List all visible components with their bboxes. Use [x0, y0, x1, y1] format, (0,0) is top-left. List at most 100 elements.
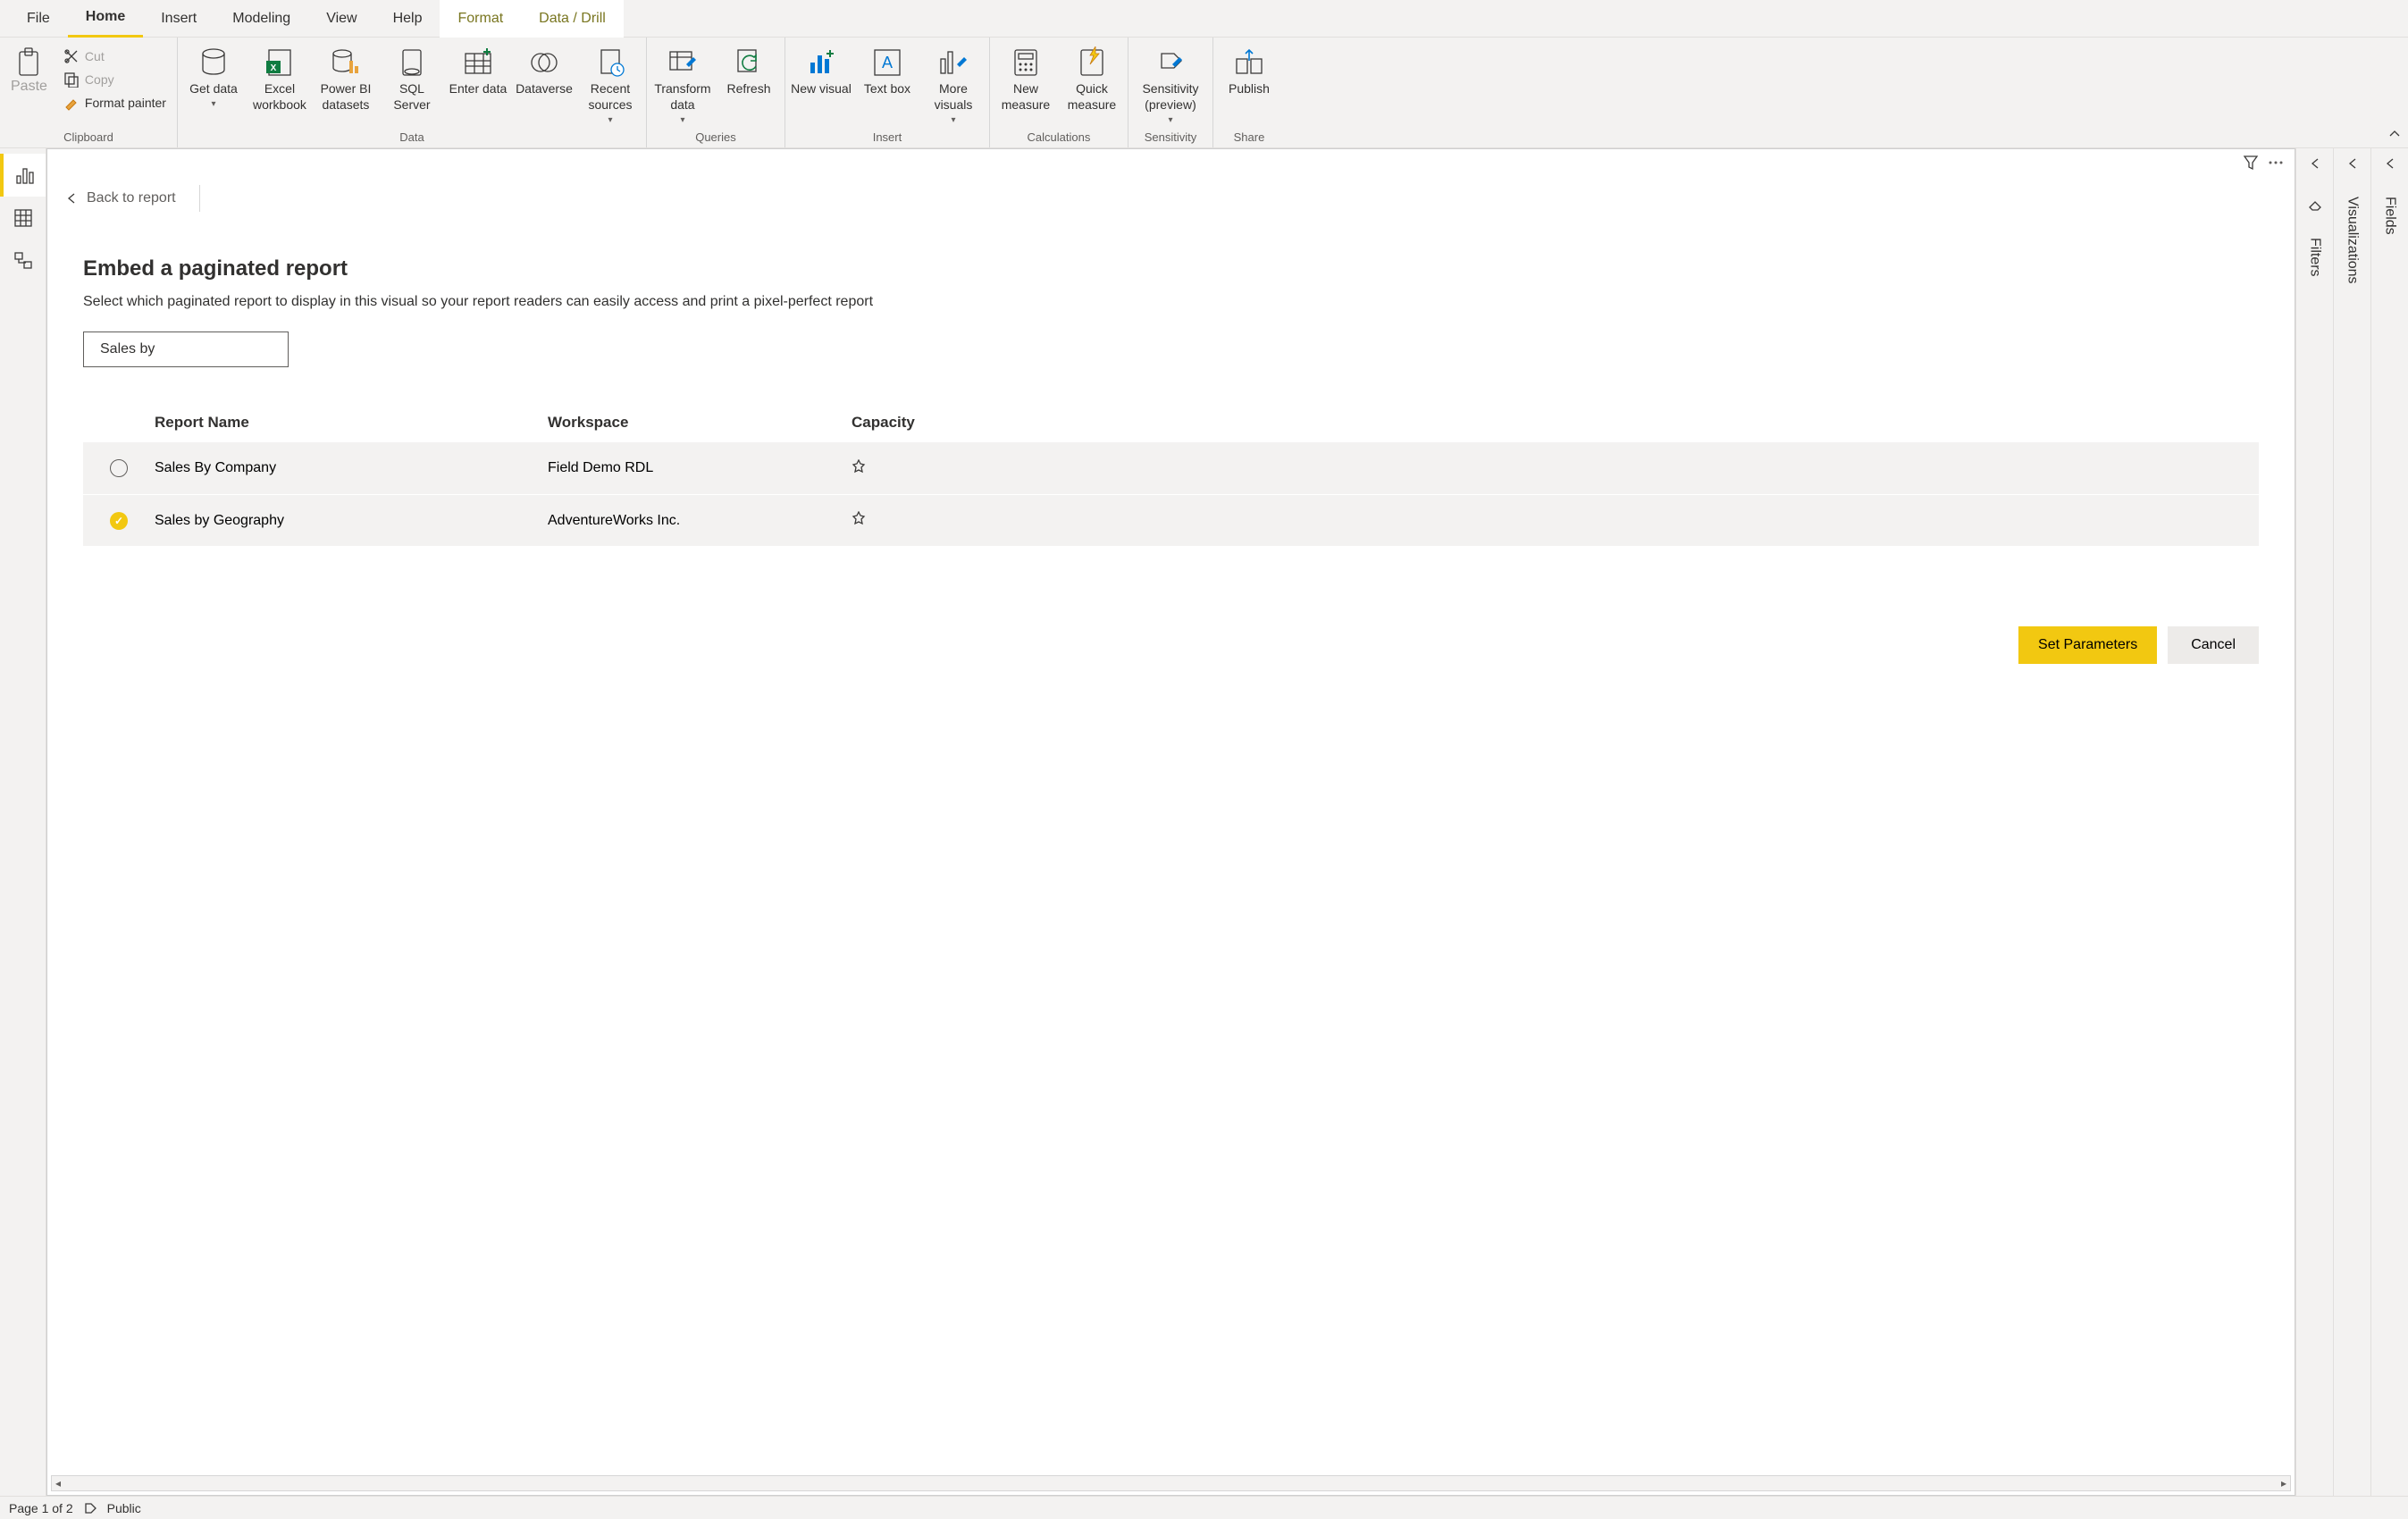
paste-button[interactable]: Paste [4, 43, 55, 98]
pbi-datasets-button[interactable]: Power BI datasets [314, 43, 378, 116]
menu-modeling[interactable]: Modeling [214, 0, 308, 38]
search-box[interactable] [83, 331, 289, 367]
table-plus-icon [462, 46, 494, 79]
fields-pane[interactable]: Fields [2370, 148, 2408, 1496]
menu-view[interactable]: View [308, 0, 374, 38]
radio-selected[interactable] [110, 512, 128, 530]
ribbon-group-share: Publish Share [1213, 38, 1285, 147]
filter-icon[interactable] [2243, 155, 2259, 171]
new-visual-label: New visual [791, 80, 852, 97]
publish-icon [1233, 46, 1265, 79]
refresh-icon [733, 46, 765, 79]
group-label-calculations: Calculations [994, 130, 1124, 147]
transform-data-button[interactable]: Transform data ▾ [650, 43, 715, 130]
menu-data-drill[interactable]: Data / Drill [521, 0, 624, 38]
table-row[interactable]: Sales by Geography AdventureWorks Inc. [83, 494, 2259, 546]
data-view-button[interactable] [0, 197, 46, 239]
ribbon-group-data: Get data ▾ X Excel workbook Power BI dat… [178, 38, 647, 147]
get-data-button[interactable]: Get data ▾ [181, 43, 246, 113]
canvas: Back to report Embed a paginated report … [46, 148, 2295, 1496]
copy-label: Copy [85, 72, 114, 87]
quick-measure-button[interactable]: Quick measure [1060, 43, 1124, 116]
menubar: File Home Insert Modeling View Help Form… [0, 0, 2408, 38]
scroll-left-icon[interactable]: ◂ [52, 1477, 64, 1490]
report-view-button[interactable] [0, 154, 46, 197]
chevron-down-icon: ▾ [608, 114, 612, 126]
svg-text:A: A [882, 54, 893, 71]
publish-button[interactable]: Publish [1217, 43, 1281, 100]
group-label-data: Data [181, 130, 642, 147]
menu-file[interactable]: File [9, 0, 68, 38]
chevron-left-icon[interactable] [2309, 157, 2321, 170]
ribbon-collapse-button[interactable] [2388, 127, 2401, 144]
copy-button[interactable]: Copy [60, 70, 170, 89]
header-name: Report Name [155, 414, 548, 432]
new-measure-button[interactable]: New measure [994, 43, 1058, 116]
sensitivity-status: Public [107, 1501, 141, 1515]
refresh-button[interactable]: Refresh [717, 43, 781, 100]
sql-button[interactable]: SQL Server [380, 43, 444, 116]
enter-data-button[interactable]: Enter data [446, 43, 510, 100]
quick-measure-label: Quick measure [1061, 80, 1122, 113]
chevron-left-icon[interactable] [2384, 157, 2396, 170]
recent-label: Recent sources [580, 80, 641, 113]
new-measure-label: New measure [995, 80, 1056, 113]
menu-help[interactable]: Help [375, 0, 440, 38]
menu-format[interactable]: Format [440, 0, 521, 38]
page-subtitle: Select which paginated report to display… [83, 294, 2259, 310]
scroll-right-icon[interactable]: ▸ [2278, 1477, 2290, 1490]
ribbon-group-clipboard: Paste Cut Copy Format painter Clipboard [0, 38, 178, 147]
paste-label: Paste [11, 79, 47, 95]
copy-icon [63, 71, 80, 88]
transform-label: Transform data [652, 80, 713, 113]
pbi-icon [330, 46, 362, 79]
excel-button[interactable]: X Excel workbook [248, 43, 312, 116]
chevron-left-icon[interactable] [2346, 157, 2359, 170]
recent-sources-button[interactable]: Recent sources ▾ [578, 43, 642, 130]
cell-workspace: AdventureWorks Inc. [548, 513, 852, 529]
text-box-button[interactable]: A Text box [855, 43, 919, 100]
new-visual-button[interactable]: New visual [789, 43, 853, 100]
group-label-queries: Queries [650, 130, 781, 147]
format-painter-button[interactable]: Format painter [60, 93, 170, 113]
chevron-left-icon[interactable] [65, 192, 78, 205]
sensitivity-button[interactable]: Sensitivity (preview) ▾ [1132, 43, 1209, 130]
bar-chart-icon [15, 165, 35, 185]
scissors-icon [63, 48, 80, 64]
filters-pane[interactable]: Filters [2295, 148, 2333, 1496]
eraser-icon[interactable] [2308, 197, 2322, 211]
chevron-down-icon: ▾ [211, 98, 215, 110]
dataverse-button[interactable]: Dataverse [512, 43, 576, 100]
leftrail [0, 148, 46, 1496]
chart-plus-icon [805, 46, 837, 79]
group-label-clipboard: Clipboard [4, 130, 173, 147]
menu-home[interactable]: Home [68, 0, 143, 38]
tag-small-icon [84, 1502, 96, 1515]
model-view-button[interactable] [0, 239, 46, 282]
cancel-button[interactable]: Cancel [2168, 626, 2259, 664]
table-header: Report Name Workspace Capacity [83, 403, 2259, 442]
premium-icon [852, 511, 866, 525]
more-visuals-button[interactable]: More visuals ▾ [921, 43, 986, 130]
search-input[interactable] [100, 341, 285, 357]
sql-label: SQL Server [382, 80, 442, 113]
sql-icon [396, 46, 428, 79]
horizontal-scrollbar[interactable]: ◂ ▸ [51, 1475, 2291, 1491]
more-visuals-label: More visuals [923, 80, 984, 113]
ribbon-group-queries: Transform data ▾ Refresh Queries [647, 38, 785, 147]
cut-button[interactable]: Cut [60, 46, 170, 66]
menu-insert[interactable]: Insert [143, 0, 214, 38]
table-row[interactable]: Sales By Company Field Demo RDL [83, 442, 2259, 494]
cut-label: Cut [85, 49, 105, 63]
back-link[interactable]: Back to report [87, 190, 176, 206]
cell-workspace: Field Demo RDL [548, 460, 852, 476]
visualizations-pane[interactable]: Visualizations [2333, 148, 2370, 1496]
radio-unselected[interactable] [110, 459, 128, 477]
group-label-sensitivity: Sensitivity [1132, 130, 1209, 147]
dataverse-label: Dataverse [516, 80, 573, 97]
clipboard-icon [14, 46, 43, 79]
ribbon-group-sensitivity: Sensitivity (preview) ▾ Sensitivity [1128, 38, 1213, 147]
calculator-bolt-icon [1076, 46, 1108, 79]
more-icon[interactable] [2268, 155, 2284, 171]
set-parameters-button[interactable]: Set Parameters [2018, 626, 2157, 664]
